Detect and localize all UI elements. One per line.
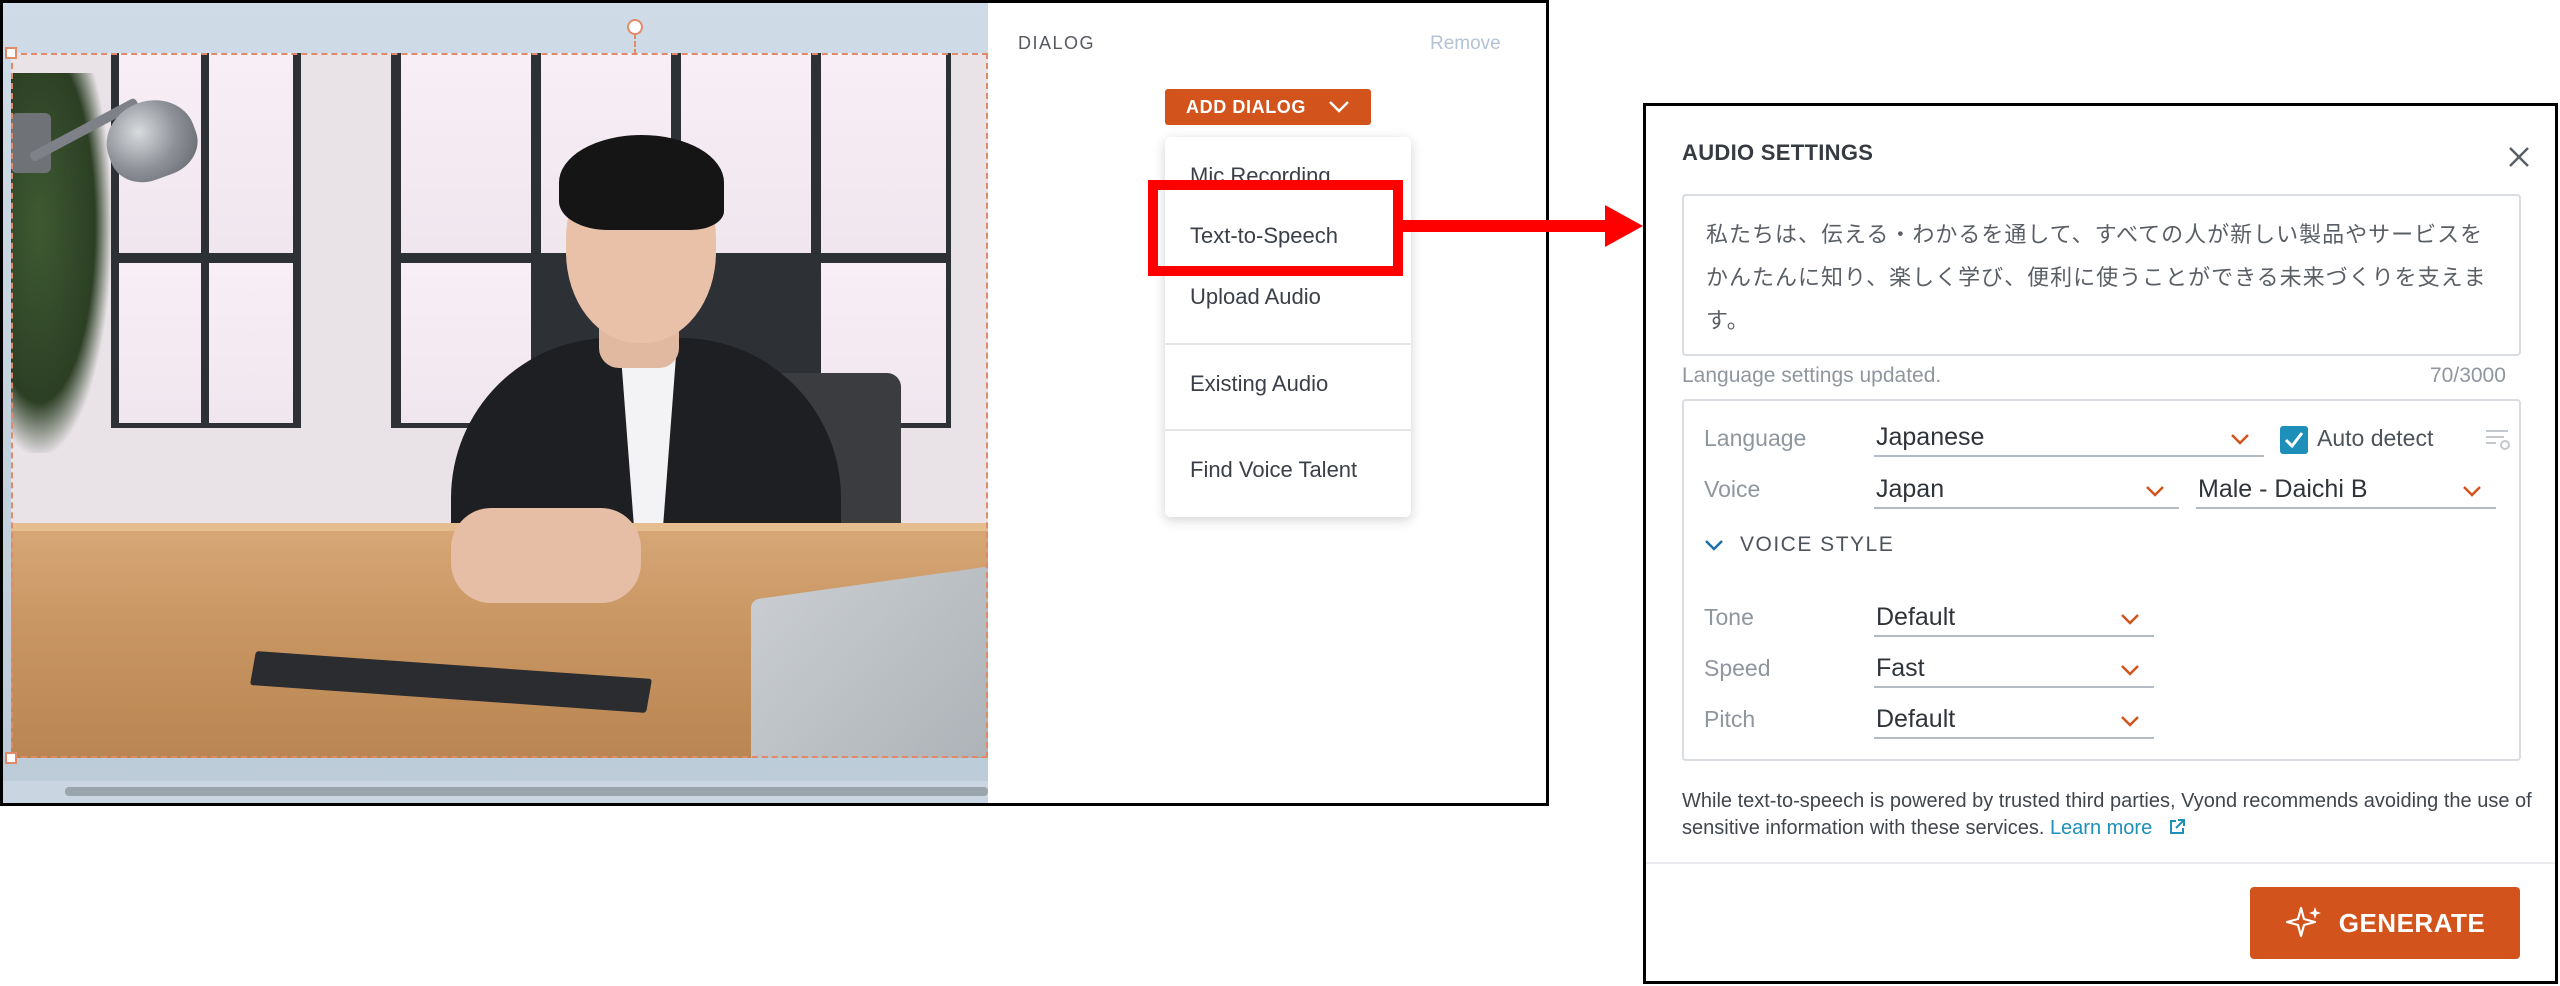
tts-disclaimer: While text-to-speech is powered by trust…: [1682, 788, 2542, 842]
auto-detect-label: Auto detect: [2317, 425, 2434, 451]
learn-more-label: Learn more: [2049, 817, 2153, 839]
language-settings-icon[interactable]: [2482, 423, 2514, 453]
voice-speaker-select[interactable]: Male - Daichi B: [2196, 463, 2496, 509]
menu-item-find-voice-talent[interactable]: Find Voice Talent: [1165, 457, 1411, 483]
tts-text-input[interactable]: 私たちは、伝える・わかるを通して、すべての人が新しい製品やサービスをかんたんに知…: [1682, 194, 2521, 356]
text-to-speech-highlight: [1148, 180, 1403, 276]
chevron-down-icon: [2146, 486, 2164, 497]
chevron-down-icon: [1705, 539, 1723, 551]
language-value: Japanese: [1876, 423, 1985, 451]
voice-style-toggle[interactable]: VOICE STYLE: [1704, 533, 1894, 557]
tone-label: Tone: [1704, 604, 1754, 630]
add-dialog-button[interactable]: ADD DIALOG: [1165, 89, 1371, 125]
close-icon[interactable]: [2504, 142, 2534, 172]
rotate-handle[interactable]: [627, 19, 643, 35]
learn-more-link[interactable]: Learn more: [2050, 817, 2186, 839]
language-label: Language: [1704, 425, 1807, 451]
generate-button[interactable]: GENERATE: [2250, 887, 2520, 959]
dialog-editor-panel: DIALOG Remove ADD DIALOG Mic Recording T…: [0, 0, 1549, 806]
rotate-connector: [634, 33, 636, 55]
pitch-value: Default: [1876, 705, 1956, 733]
selection-box[interactable]: [11, 53, 988, 758]
menu-divider: [1165, 429, 1411, 431]
status-message: Language settings updated.: [1682, 364, 1942, 387]
auto-detect-checkbox[interactable]: [2280, 426, 2308, 454]
voice-settings-box: Language Japanese Auto detect Voice Japa…: [1682, 399, 2521, 761]
sparkle-icon: [2285, 906, 2321, 938]
resize-handle[interactable]: [5, 752, 17, 764]
chevron-down-icon: [2463, 486, 2481, 497]
chevron-down-icon: [2121, 614, 2139, 625]
pitch-label: Pitch: [1704, 706, 1756, 732]
annotation-arrow: [1403, 220, 1617, 232]
dialog-section-title: DIALOG: [1018, 33, 1096, 53]
footer-divider: [1646, 862, 2555, 864]
audio-settings-panel: AUDIO SETTINGS 私たちは、伝える・わかるを通して、すべての人が新し…: [1643, 103, 2558, 984]
chevron-down-icon: [2231, 434, 2249, 445]
scrollbar-thumb[interactable]: [65, 787, 988, 796]
chevron-down-icon: [1329, 101, 1349, 113]
speed-label: Speed: [1704, 655, 1771, 681]
menu-item-existing-audio[interactable]: Existing Audio: [1165, 371, 1411, 397]
chevron-down-icon: [2121, 716, 2139, 727]
voice-label: Voice: [1704, 476, 1761, 502]
add-dialog-label: ADD DIALOG: [1186, 96, 1306, 117]
voice-region-select[interactable]: Japan: [1874, 463, 2179, 509]
resize-handle[interactable]: [5, 47, 17, 59]
checkmark-icon: [2284, 432, 2304, 449]
menu-divider: [1165, 343, 1411, 345]
character-count: 70/3000: [2430, 364, 2506, 387]
voice-style-label: VOICE STYLE: [1740, 533, 1895, 556]
voice-region-value: Japan: [1876, 475, 1945, 503]
pitch-select[interactable]: Default: [1874, 693, 2154, 739]
arrow-head-icon: [1605, 205, 1643, 247]
audio-settings-title: AUDIO SETTINGS: [1682, 140, 1874, 165]
speed-select[interactable]: Fast: [1874, 642, 2154, 688]
tone-value: Default: [1876, 603, 1956, 631]
scene-canvas[interactable]: [3, 3, 988, 803]
external-link-icon: [2169, 819, 2185, 834]
speed-value: Fast: [1876, 654, 1925, 682]
generate-label: GENERATE: [2338, 907, 2486, 938]
remove-button[interactable]: Remove: [1430, 33, 1501, 55]
voice-speaker-value: Male - Daichi B: [2198, 475, 2368, 503]
tone-select[interactable]: Default: [1874, 591, 2154, 637]
language-select[interactable]: Japanese: [1874, 411, 2264, 457]
chevron-down-icon: [2121, 665, 2139, 676]
menu-item-upload-audio[interactable]: Upload Audio: [1165, 284, 1411, 310]
